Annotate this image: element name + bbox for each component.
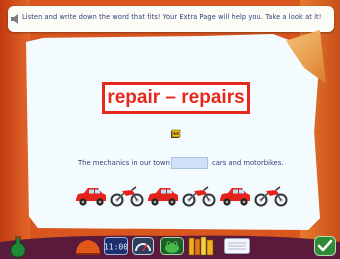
motorbike-icon (182, 186, 216, 207)
sentence-start: The mechanics in our town (78, 159, 170, 167)
word-card: repair – repairs (102, 82, 250, 114)
answer-input[interactable] (171, 157, 208, 169)
audio-icon[interactable] (170, 129, 182, 139)
instruction-text: Listen and write down the word that fits… (22, 13, 322, 21)
motorbike-icon (110, 186, 144, 207)
gauge-icon[interactable] (132, 237, 154, 255)
car-icon (76, 188, 106, 206)
cap-icon[interactable] (74, 236, 102, 256)
motorbike-icon (254, 186, 288, 207)
car-icon (220, 188, 250, 206)
sentence-end: cars and motorbikes. (212, 159, 284, 167)
frog-icon[interactable] (160, 237, 184, 255)
vehicle-row (74, 185, 288, 207)
potion-icon[interactable] (8, 236, 28, 258)
speaker-icon[interactable] (10, 14, 20, 24)
background-left (0, 0, 30, 259)
check-icon[interactable] (314, 236, 336, 256)
dictionary-icon[interactable] (188, 236, 216, 256)
clock-icon[interactable]: 11:00 (104, 237, 128, 255)
clock-text: 11:00 (104, 243, 128, 252)
word-card-text: repair – repairs (107, 87, 245, 108)
instruction-bar: Listen and write down the word that fits… (8, 6, 334, 32)
car-icon (148, 188, 178, 206)
notepad-icon[interactable] (224, 238, 250, 254)
